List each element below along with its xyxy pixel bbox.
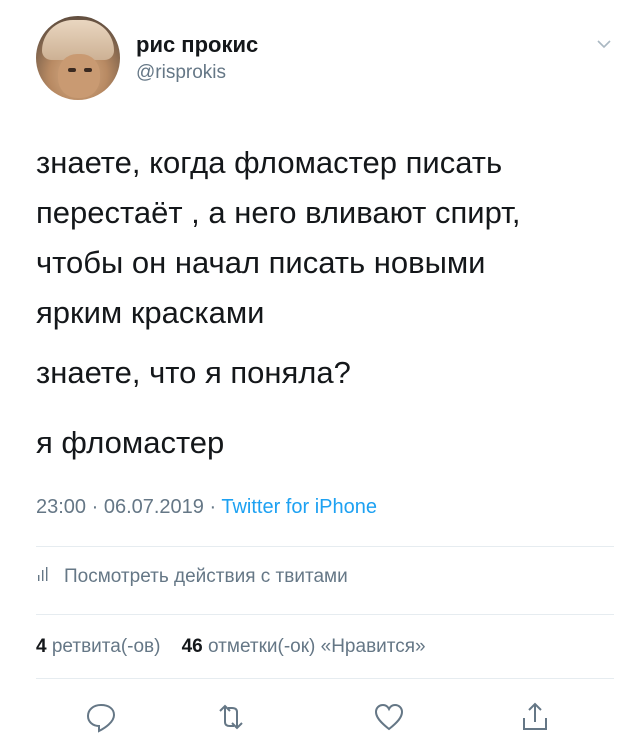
retweets-label[interactable]: ретвита(-ов): [52, 636, 161, 657]
author-handle[interactable]: @risprokis: [136, 62, 226, 84]
tweet-stats: 4 ретвита(-ов) 46 отметки(-ок) «Нравится…: [36, 636, 426, 658]
bar-chart-icon: [36, 566, 52, 588]
avatar-face: [58, 54, 100, 98]
tweet-text-line: перестаёт , а него вливают спирт,: [36, 195, 521, 230]
like-icon[interactable]: [372, 700, 406, 734]
avatar-eye-right: [84, 68, 92, 72]
tweet-text-paragraph-1: знаете, когда фломастер писать перестаёт…: [36, 138, 616, 338]
likes-count[interactable]: 46: [182, 636, 203, 657]
tweet-datetime[interactable]: 23:00 · 06.07.2019 ·: [36, 496, 221, 518]
share-icon[interactable]: [518, 700, 552, 734]
divider: [36, 546, 614, 547]
avatar-eye-left: [68, 68, 76, 72]
retweets-count[interactable]: 4: [36, 636, 47, 657]
tweet-actions-bar: [0, 692, 638, 740]
chevron-down-icon[interactable]: [594, 34, 614, 54]
tweet-text-paragraph-2: знаете, что я поняла?: [36, 355, 351, 390]
tweet-card: рис прокис @risprokis знаете, когда флом…: [0, 0, 638, 750]
tweet-text-line: чтобы он начал писать новыми: [36, 245, 486, 280]
tweet-activity-label: Посмотреть действия с твитами: [64, 566, 348, 587]
tweet-activity-link[interactable]: Посмотреть действия с твитами: [36, 566, 348, 588]
retweet-icon[interactable]: [214, 700, 248, 734]
tweet-text-line: ярким красками: [36, 295, 265, 330]
tweet-meta: 23:00 · 06.07.2019 · Twitter for iPhone: [36, 496, 377, 519]
avatar[interactable]: [36, 16, 120, 100]
author-name[interactable]: рис прокис: [136, 32, 258, 58]
tweet-source-app[interactable]: Twitter for iPhone: [221, 496, 377, 518]
divider: [36, 614, 614, 615]
reply-icon[interactable]: [84, 700, 118, 734]
tweet-text-line: знаете, когда фломастер писать: [36, 145, 503, 180]
likes-label[interactable]: отметки(-ок) «Нравится»: [208, 636, 426, 657]
tweet-text-paragraph-3: я фломастер: [36, 425, 225, 460]
divider: [36, 678, 614, 679]
